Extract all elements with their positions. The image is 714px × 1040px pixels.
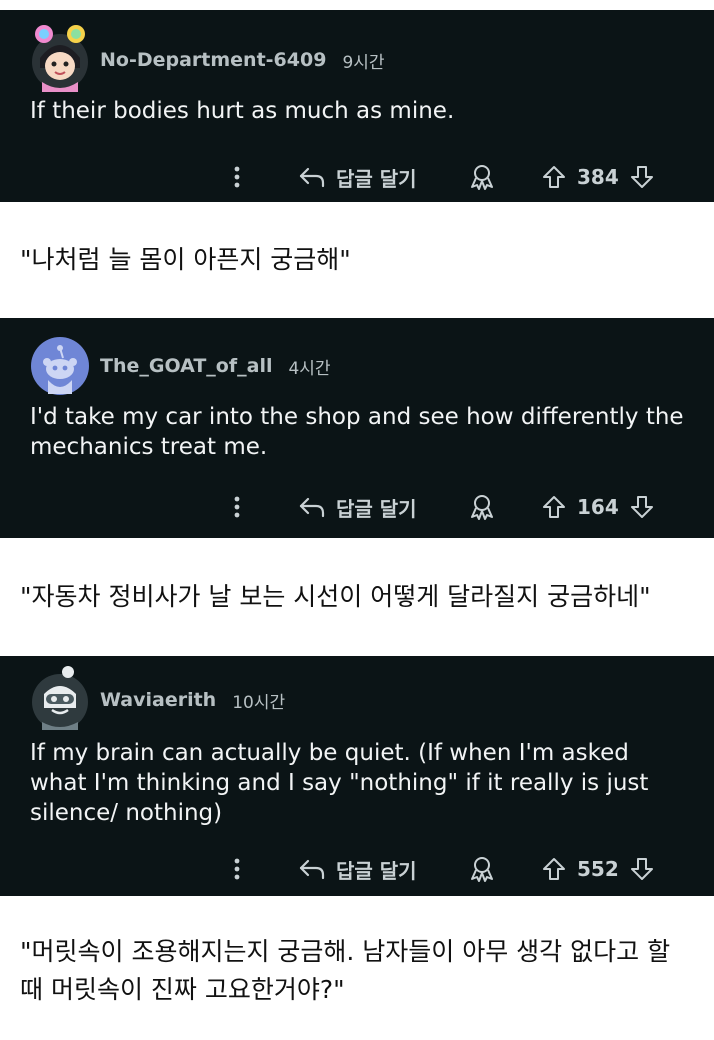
reply-arrow-icon [298,495,326,519]
comment-translation: "머릿속이 조용해지는지 궁금해. 남자들이 아무 생각 없다고 할 때 머릿속… [0,896,714,1040]
comment-username[interactable]: Waviaerith [100,689,216,711]
comment-timestamp: 9시간 [342,52,385,73]
award-icon[interactable] [468,154,496,200]
avatar[interactable] [30,25,90,92]
downvote-arrow-icon[interactable] [629,494,655,520]
upvote-arrow-icon[interactable] [541,164,567,190]
reply-button[interactable]: 답글 달기 [298,154,417,200]
avatar[interactable] [30,666,90,730]
reply-button[interactable]: 답글 달기 [298,842,417,896]
reply-label: 답글 달기 [336,166,417,191]
reply-button[interactable]: 답글 달기 [298,476,417,538]
vote-count: 552 [577,857,619,881]
comment-card: The_GOAT_of_all 4시간 I'd take my car into… [0,318,714,538]
comment-timestamp: 4시간 [288,358,331,379]
comment-header: The_GOAT_of_all 4시간 [30,318,692,396]
reply-arrow-icon [298,857,326,881]
downvote-arrow-icon[interactable] [629,856,655,882]
comment-translation: "나처럼 늘 몸이 아픈지 궁금해" [0,202,714,318]
comment-translation: "자동차 정비사가 날 보는 시선이 어떻게 달라질지 궁금하네" [0,538,714,656]
comment-actions: 답글 달기 164 [0,476,714,538]
top-strip [0,0,714,10]
vote-controls: 552 [541,842,655,896]
award-icon[interactable] [468,476,496,538]
comment-header: Waviaerith 10시간 [30,656,692,730]
vote-controls: 164 [541,476,655,538]
comment-body: I'd take my car into the shop and see ho… [30,404,684,460]
comment-card: Waviaerith 10시간 If my brain can actually… [0,656,714,896]
comment-actions: 답글 달기 384 [0,154,714,202]
vote-controls: 384 [541,154,655,200]
reply-label: 답글 달기 [336,496,417,521]
comment-username[interactable]: The_GOAT_of_all [100,355,272,377]
comment-timestamp: 10시간 [232,692,286,713]
upvote-arrow-icon[interactable] [541,856,567,882]
more-options-icon[interactable] [230,842,244,896]
award-icon[interactable] [468,842,496,896]
vote-count: 164 [577,495,619,519]
comment-body: If their bodies hurt as much as mine. [30,98,455,124]
avatar[interactable] [30,336,90,396]
comment-card: No-Department-6409 9시간 If their bodies h… [0,10,714,202]
comment-body: If my brain can actually be quiet. (If w… [30,740,649,826]
more-options-icon[interactable] [230,476,244,538]
reply-label: 답글 달기 [336,858,417,883]
reply-arrow-icon [298,165,326,189]
comment-actions: 답글 달기 552 [0,842,714,896]
upvote-arrow-icon[interactable] [541,494,567,520]
comment-username[interactable]: No-Department-6409 [100,49,326,71]
vote-count: 384 [577,165,619,189]
more-options-icon[interactable] [230,154,244,200]
comment-header: No-Department-6409 9시간 [30,10,692,92]
downvote-arrow-icon[interactable] [629,164,655,190]
